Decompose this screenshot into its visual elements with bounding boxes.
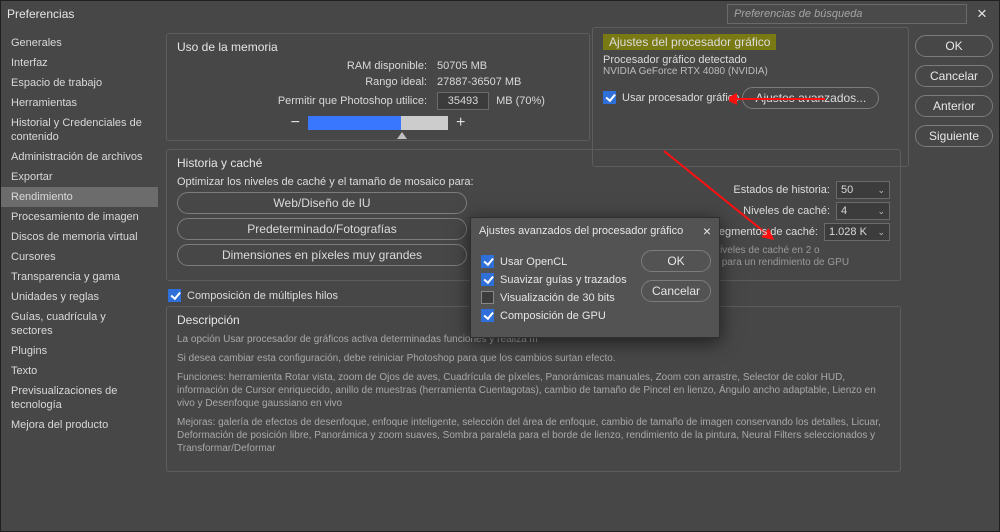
opencl-checkbox[interactable]: [481, 255, 494, 268]
next-button[interactable]: Siguiente: [915, 125, 993, 147]
search-input[interactable]: Preferencias de búsqueda: [727, 4, 967, 24]
nav-item-generales[interactable]: Generales: [1, 33, 158, 53]
ok-button[interactable]: OK: [915, 35, 993, 57]
multithread-compose-label: Composición de múltiples hilos: [187, 290, 338, 302]
cache-levels-select[interactable]: 4⌄: [836, 202, 890, 220]
history-states-select[interactable]: 50⌄: [836, 181, 890, 199]
gpu-title-highlight: Ajustes del procesador gráfico: [603, 34, 776, 50]
nav-item-discos-de-memoria-virtual[interactable]: Discos de memoria virtual: [1, 227, 158, 247]
window-title: Preferencias: [7, 7, 74, 21]
nav-item-cursores[interactable]: Cursores: [1, 247, 158, 267]
description-text-4: Mejoras: galería de efectos de desenfoqu…: [177, 416, 890, 455]
allow-label: Permitir que Photoshop utilice:: [187, 95, 437, 107]
advanced-settings-button[interactable]: Ajustes avanzados...: [742, 87, 879, 109]
slider-fill: [308, 116, 401, 130]
thirty-bit-label: Visualización de 30 bits: [500, 292, 615, 304]
modal-cancel-button[interactable]: Cancelar: [641, 280, 711, 302]
thirty-bit-checkbox[interactable]: [481, 291, 494, 304]
chevron-down-icon: ⌄: [877, 206, 885, 217]
allow-suffix: MB (70%): [496, 95, 545, 107]
nav-item-rendimiento[interactable]: Rendimiento: [1, 187, 158, 207]
description-text-3: Funciones: herramienta Rotar vista, zoom…: [177, 371, 890, 410]
preset-default-button[interactable]: Predeterminado/Fotografías: [177, 218, 467, 240]
modal-ok-button[interactable]: OK: [641, 250, 711, 272]
modal-title: Ajustes avanzados del procesador gráfico: [479, 225, 683, 237]
history-section-title: Historia y caché: [177, 156, 890, 170]
preset-web-button[interactable]: Web/Diseño de IU: [177, 192, 467, 214]
nav-item-herramientas[interactable]: Herramientas: [1, 93, 158, 113]
gpu-compose-label: Composición de GPU: [500, 310, 606, 322]
memory-section-title: Uso de la memoria: [177, 40, 579, 54]
slider-plus-icon[interactable]: +: [456, 116, 465, 130]
slider-minus-icon[interactable]: −: [291, 116, 300, 130]
nav-item-historial-y-credenciales-de-contenido[interactable]: Historial y Credenciales de contenido: [1, 113, 158, 147]
chevron-down-icon: ⌄: [877, 185, 885, 196]
nav-item-texto[interactable]: Texto: [1, 361, 158, 381]
use-gpu-label: Usar procesador gráfico: [622, 92, 739, 104]
range-label: Rango ideal:: [187, 76, 437, 88]
cache-tilesize-select[interactable]: 1.028 K⌄: [824, 223, 890, 241]
nav-item-procesamiento-de-imagen[interactable]: Procesamiento de imagen: [1, 207, 158, 227]
gpu-compose-checkbox[interactable]: [481, 309, 494, 322]
memory-slider[interactable]: [308, 116, 448, 130]
history-states-label: Estados de historia:: [733, 184, 830, 196]
ram-value: 50705 MB: [437, 60, 597, 72]
cache-levels-label: Niveles de caché:: [743, 205, 830, 217]
range-value: 27887-36507 MB: [437, 76, 597, 88]
smooth-guides-checkbox[interactable]: [481, 273, 494, 286]
ram-label: RAM disponible:: [187, 60, 437, 72]
nav-item-plugins[interactable]: Plugins: [1, 341, 158, 361]
nav-item-interfaz[interactable]: Interfaz: [1, 53, 158, 73]
modal-close-icon[interactable]: ×: [703, 223, 711, 239]
nav-item-administraci-n-de-archivos[interactable]: Administración de archivos: [1, 147, 158, 167]
nav-item-espacio-de-trabajo[interactable]: Espacio de trabajo: [1, 73, 158, 93]
use-gpu-checkbox[interactable]: [603, 91, 616, 104]
preset-large-button[interactable]: Dimensiones en píxeles muy grandes: [177, 244, 467, 266]
allow-value-row: 35493 MB (70%): [437, 92, 597, 110]
smooth-guides-label: Suavizar guías y trazados: [500, 274, 627, 286]
multithread-compose-checkbox[interactable]: [168, 289, 181, 302]
nav-list: GeneralesInterfazEspacio de trabajoHerra…: [1, 27, 158, 531]
nav-item-transparencia-y-gama[interactable]: Transparencia y gama: [1, 267, 158, 287]
slider-thumb-icon[interactable]: [397, 132, 407, 139]
cancel-button[interactable]: Cancelar: [915, 65, 993, 87]
nav-item-unidades-y-reglas[interactable]: Unidades y reglas: [1, 287, 158, 307]
chevron-down-icon: ⌄: [877, 227, 885, 238]
search-placeholder: Preferencias de búsqueda: [734, 8, 862, 20]
nav-item-mejora-del-producto[interactable]: Mejora del producto: [1, 415, 158, 435]
allow-number-input[interactable]: 35493: [437, 92, 489, 110]
gpu-detected-label: Procesador gráfico detectado: [603, 54, 898, 66]
nav-item-exportar[interactable]: Exportar: [1, 167, 158, 187]
nav-item-previsualizaciones-de-tecnolog-a[interactable]: Previsualizaciones de tecnología: [1, 381, 158, 415]
previous-button[interactable]: Anterior: [915, 95, 993, 117]
close-icon[interactable]: ×: [971, 4, 993, 24]
description-text-2: Si desea cambiar esta configuración, deb…: [177, 352, 890, 365]
opencl-label: Usar OpenCL: [500, 256, 567, 268]
gpu-detected-value: NVIDIA GeForce RTX 4080 (NVIDIA): [603, 66, 898, 77]
nav-item-gu-as-cuadr-cula-y-sectores[interactable]: Guías, cuadrícula y sectores: [1, 307, 158, 341]
advanced-gpu-dialog: Ajustes avanzados del procesador gráfico…: [470, 217, 720, 338]
